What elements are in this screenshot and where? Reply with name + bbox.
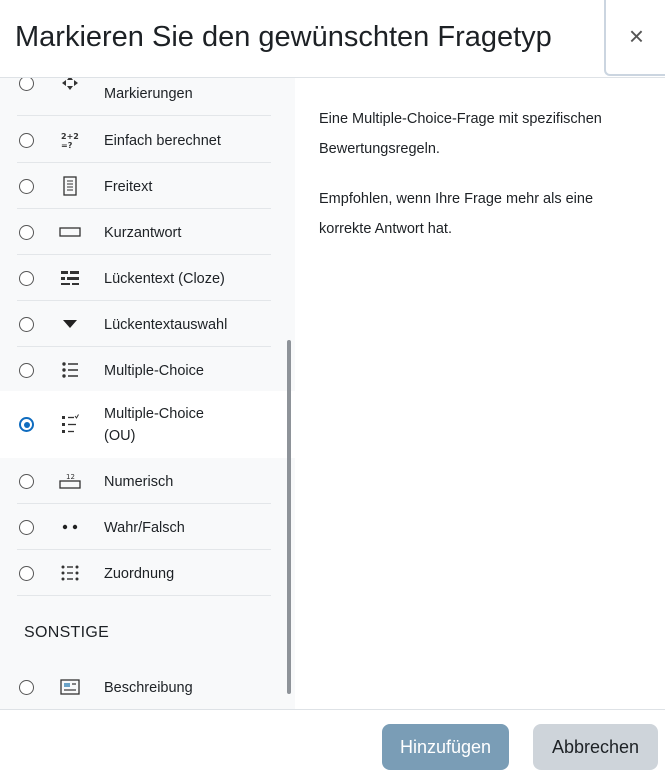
- option-short-answer[interactable]: Kurzantwort: [0, 209, 295, 255]
- option-label: Markierungen: [104, 86, 193, 102]
- option-multichoice[interactable]: Multiple-Choice: [0, 347, 295, 393]
- option-label-second-line: (OU): [104, 428, 136, 444]
- option-calculated-simple[interactable]: 2+2 =? Einfach berechnet: [0, 117, 295, 163]
- description-panel: Eine Multiple-Choice-Frage mit spezifisc…: [295, 78, 665, 709]
- true-false-icon: [59, 516, 81, 538]
- close-button[interactable]: ×: [604, 0, 665, 76]
- radio-button[interactable]: [19, 317, 34, 332]
- option-multichoice-ou[interactable]: Multiple-Choice (OU): [0, 391, 295, 458]
- radio-button[interactable]: [19, 225, 34, 240]
- add-button[interactable]: Hinzufügen: [382, 724, 509, 770]
- radio-button[interactable]: [19, 680, 34, 695]
- dialog-title: Markieren Sie den gewünschten Fragetyp: [15, 21, 552, 53]
- option-truefalse[interactable]: Wahr/Falsch: [0, 504, 295, 550]
- radio-button[interactable]: [19, 520, 34, 535]
- option-numerical[interactable]: 12 Numerisch: [0, 458, 295, 504]
- option-label: Multiple-Choice: [104, 363, 204, 379]
- option-label: Multiple-Choice: [104, 406, 204, 422]
- description-paragraph-2: Empfohlen, wenn Ihre Frage mehr als eine…: [319, 184, 639, 244]
- option-description[interactable]: Beschreibung: [0, 664, 295, 709]
- radio-button-checked[interactable]: [19, 417, 34, 432]
- description-line: Bewertungsregeln.: [319, 141, 440, 157]
- cloze-icon: [59, 267, 81, 289]
- short-answer-icon: [59, 221, 81, 243]
- radio-button[interactable]: [19, 179, 34, 194]
- option-label: Kurzantwort: [104, 225, 182, 241]
- description-line: Eine Multiple-Choice-Frage mit spezifisc…: [319, 111, 602, 127]
- radio-button[interactable]: [19, 133, 34, 148]
- question-type-list[interactable]: Markierungen 2+2 =? Einfach berechnet Fre…: [0, 78, 295, 709]
- dropdown-triangle-icon: [59, 313, 81, 335]
- option-essay[interactable]: Freitext: [0, 163, 295, 209]
- radio-button[interactable]: [19, 363, 34, 378]
- close-icon: ×: [628, 20, 645, 51]
- option-drag-markers[interactable]: Markierungen: [0, 78, 295, 116]
- radio-button[interactable]: [19, 566, 34, 581]
- svg-text:2+2: 2+2: [61, 132, 79, 141]
- drag-markers-icon: [59, 78, 81, 94]
- option-label: Lückentextauswahl: [104, 317, 228, 333]
- option-label: Einfach berechnet: [104, 133, 221, 149]
- matching-icon: [59, 562, 81, 584]
- radio-button[interactable]: [19, 78, 34, 91]
- calculated-simple-icon: 2+2 =?: [59, 129, 81, 151]
- option-matching[interactable]: Zuordnung: [0, 550, 295, 596]
- option-label: Beschreibung: [104, 680, 193, 696]
- radio-button[interactable]: [19, 474, 34, 489]
- description-line: korrekte Antwort hat.: [319, 221, 452, 237]
- separator: [17, 115, 271, 116]
- section-heading-other: SONSTIGE: [24, 624, 110, 641]
- option-label: Wahr/Falsch: [104, 520, 185, 536]
- option-label: Lückentext (Cloze): [104, 271, 225, 287]
- description-icon: [59, 676, 81, 698]
- svg-text:12: 12: [66, 473, 75, 481]
- option-label: Zuordnung: [104, 566, 175, 582]
- separator: [17, 595, 271, 596]
- option-label: Numerisch: [104, 474, 174, 490]
- scrollbar[interactable]: [287, 340, 291, 694]
- option-label: Freitext: [104, 179, 153, 195]
- description-line: Empfohlen, wenn Ihre Frage mehr als eine: [319, 191, 594, 207]
- cancel-button[interactable]: Abbrechen: [533, 724, 658, 770]
- radio-button[interactable]: [19, 271, 34, 286]
- dialog-footer: Hinzufügen Abbrechen: [0, 709, 665, 773]
- svg-text:=?: =?: [61, 141, 73, 150]
- multichoice-list-icon: [59, 359, 81, 381]
- essay-icon: [59, 175, 81, 197]
- multichoice-ou-icon: [59, 413, 81, 435]
- description-paragraph-1: Eine Multiple-Choice-Frage mit spezifisc…: [319, 104, 639, 164]
- option-cloze[interactable]: Lückentext (Cloze): [0, 255, 295, 301]
- numerical-icon: 12: [59, 470, 81, 492]
- dialog-header: Markieren Sie den gewünschten Fragetyp ×: [0, 0, 665, 78]
- option-gapselect[interactable]: Lückentextauswahl: [0, 301, 295, 347]
